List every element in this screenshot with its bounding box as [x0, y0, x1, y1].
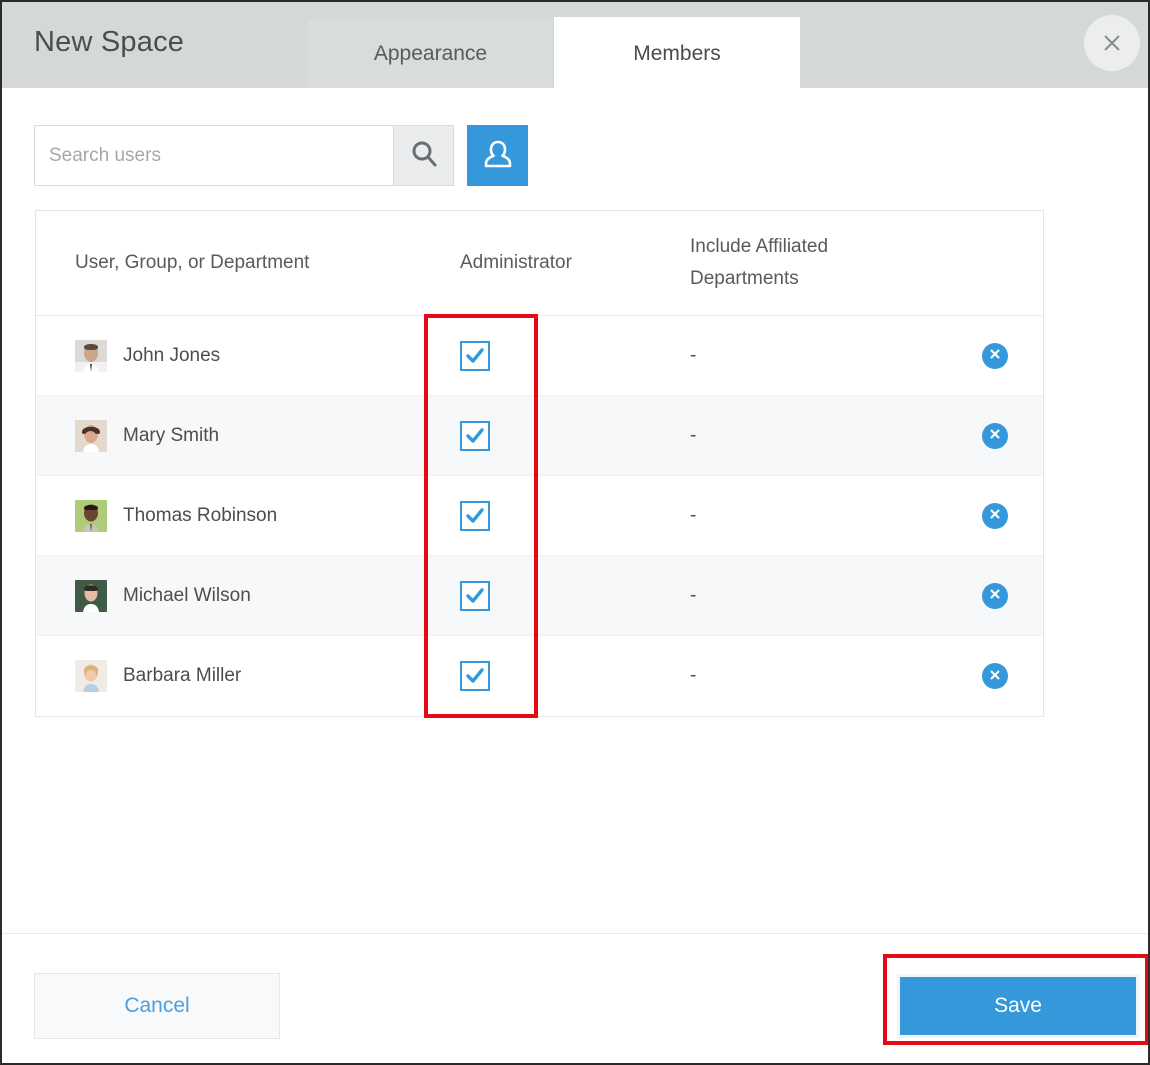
tab-members-label: Members	[633, 42, 721, 66]
remove-icon	[988, 668, 1002, 685]
search-button[interactable]	[393, 126, 453, 185]
search-row	[34, 125, 528, 186]
table-header-row: User, Group, or Department Administrator…	[36, 211, 1043, 316]
administrator-checkbox[interactable]	[460, 581, 490, 611]
administrator-cell	[426, 581, 676, 611]
member-name: John Jones	[123, 345, 220, 367]
search-box	[34, 125, 454, 186]
remove-member-button[interactable]	[982, 343, 1008, 369]
column-header-affiliated-line1: Include Affiliated	[690, 231, 946, 263]
avatar	[75, 500, 107, 532]
dialog-header: New Space Appearance Members	[2, 2, 1148, 88]
administrator-cell	[426, 501, 676, 531]
members-table: User, Group, or Department Administrator…	[35, 210, 1044, 717]
table-row: Thomas Robinson -	[36, 476, 1043, 556]
tab-appearance-label: Appearance	[374, 42, 487, 66]
page-title: New Space	[34, 26, 184, 59]
affiliated-value: -	[690, 505, 696, 526]
remove-cell	[946, 663, 1043, 689]
check-icon	[465, 346, 485, 366]
affiliated-cell: -	[676, 345, 946, 367]
remove-icon	[988, 507, 1002, 524]
administrator-checkbox[interactable]	[460, 661, 490, 691]
dialog-footer: Cancel Save	[2, 933, 1148, 1063]
remove-icon	[988, 347, 1002, 364]
member-cell: Michael Wilson	[36, 580, 426, 612]
search-input[interactable]	[35, 126, 393, 185]
remove-cell	[946, 503, 1043, 529]
avatar	[75, 580, 107, 612]
column-header-administrator: Administrator	[426, 247, 676, 279]
column-header-name: User, Group, or Department	[36, 247, 426, 279]
affiliated-cell: -	[676, 425, 946, 447]
administrator-checkbox[interactable]	[460, 421, 490, 451]
cancel-button[interactable]: Cancel	[34, 973, 280, 1039]
administrator-checkbox[interactable]	[460, 341, 490, 371]
member-cell: Barbara Miller	[36, 660, 426, 692]
remove-cell	[946, 423, 1043, 449]
check-icon	[465, 586, 485, 606]
tab-members[interactable]: Members	[554, 17, 800, 90]
member-cell: Thomas Robinson	[36, 500, 426, 532]
member-name: Michael Wilson	[123, 585, 251, 607]
member-cell: Mary Smith	[36, 420, 426, 452]
check-icon	[465, 426, 485, 446]
remove-cell	[946, 343, 1043, 369]
column-header-affiliated-line2: Departments	[690, 263, 946, 295]
column-header-affiliated: Include Affiliated Departments	[676, 231, 946, 295]
table-row: Michael Wilson -	[36, 556, 1043, 636]
member-name: Thomas Robinson	[123, 505, 277, 527]
remove-member-button[interactable]	[982, 423, 1008, 449]
administrator-checkbox[interactable]	[460, 501, 490, 531]
member-cell: John Jones	[36, 340, 426, 372]
close-button[interactable]	[1084, 15, 1140, 71]
administrator-cell	[426, 421, 676, 451]
table-row: Mary Smith -	[36, 396, 1043, 476]
remove-cell	[946, 583, 1043, 609]
affiliated-value: -	[690, 665, 696, 686]
affiliated-cell: -	[676, 585, 946, 607]
dialog-body: User, Group, or Department Administrator…	[2, 88, 1148, 933]
remove-member-button[interactable]	[982, 503, 1008, 529]
check-icon	[465, 666, 485, 686]
avatar	[75, 340, 107, 372]
affiliated-value: -	[690, 585, 696, 606]
remove-icon	[988, 587, 1002, 604]
remove-member-button[interactable]	[982, 583, 1008, 609]
add-user-button[interactable]	[467, 125, 528, 186]
member-name: Mary Smith	[123, 425, 219, 447]
administrator-cell	[426, 661, 676, 691]
table-row: Barbara Miller -	[36, 636, 1043, 716]
new-space-dialog: New Space Appearance Members	[0, 0, 1150, 1065]
avatar	[75, 660, 107, 692]
affiliated-cell: -	[676, 665, 946, 687]
affiliated-value: -	[690, 425, 696, 446]
administrator-cell	[426, 341, 676, 371]
member-name: Barbara Miller	[123, 665, 241, 687]
affiliated-cell: -	[676, 505, 946, 527]
search-icon	[409, 139, 439, 172]
table-row: John Jones -	[36, 316, 1043, 396]
avatar	[75, 420, 107, 452]
tab-bar: Appearance Members	[308, 17, 800, 90]
remove-icon	[988, 427, 1002, 444]
affiliated-value: -	[690, 345, 696, 366]
save-button[interactable]: Save	[897, 974, 1139, 1038]
tab-appearance[interactable]: Appearance	[308, 20, 554, 88]
person-icon	[479, 135, 517, 176]
check-icon	[465, 506, 485, 526]
close-icon	[1101, 32, 1123, 54]
remove-member-button[interactable]	[982, 663, 1008, 689]
